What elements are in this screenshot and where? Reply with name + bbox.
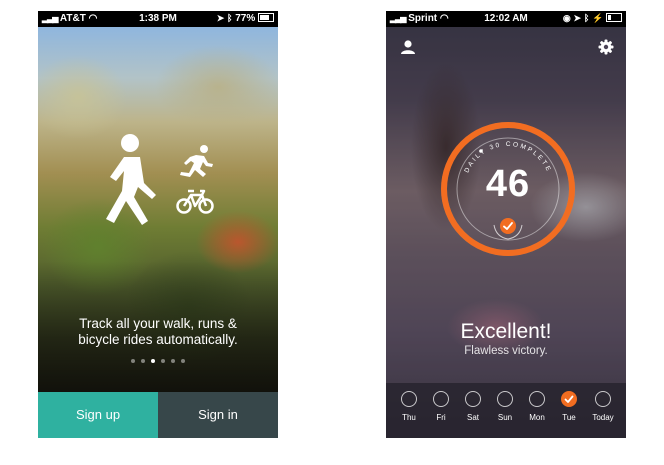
profile-icon[interactable] xyxy=(400,39,416,55)
day-item[interactable]: Tue xyxy=(554,391,584,422)
day-item[interactable]: Sat xyxy=(458,391,488,422)
onboarding-screen: ▂▃▅ AT&T ◠ 1:38 PM ➤ ᛒ 77% Track all you… xyxy=(38,11,278,438)
bluetooth-icon: ᛒ xyxy=(227,13,233,23)
day-circle xyxy=(529,391,545,407)
headline: Excellent! xyxy=(460,320,552,343)
status-right: ➤ ᛒ 77% xyxy=(217,13,274,24)
day-item[interactable]: Thu xyxy=(394,391,424,422)
day-complete-icon xyxy=(561,391,577,407)
day-label: Mon xyxy=(529,413,545,422)
lock-rotation-icon: ◉ xyxy=(562,13,571,23)
daily-summary-screen: ▂▃▅ Sprint ◠ 12:02 AM ◉ ➤ ᛒ ⚡ DAILY 30 C… xyxy=(386,11,626,438)
tagline: Track all your walk, runs & bicycle ride… xyxy=(78,316,238,347)
checkmark-badge-icon xyxy=(500,218,516,234)
battery-icon xyxy=(258,13,274,22)
day-circle xyxy=(433,391,449,407)
day-item[interactable]: Today xyxy=(588,391,618,422)
page-indicator[interactable] xyxy=(38,359,278,363)
day-circle xyxy=(465,391,481,407)
page-dot[interactable] xyxy=(141,359,145,363)
day-label: Tue xyxy=(562,413,576,422)
day-label: Fri xyxy=(436,413,446,422)
day-circle xyxy=(497,391,513,407)
page-dot[interactable] xyxy=(181,359,185,363)
day-label: Thu xyxy=(402,413,416,422)
day-item[interactable]: Sun xyxy=(490,391,520,422)
subline: Flawless victory. xyxy=(464,345,548,357)
page-dot[interactable] xyxy=(151,359,155,363)
day-label: Sun xyxy=(497,413,513,422)
daily-score: 46 xyxy=(485,163,531,205)
running-icon xyxy=(180,145,213,177)
page-dot[interactable] xyxy=(171,359,175,363)
sign-up-button[interactable]: Sign up xyxy=(38,392,158,438)
walking-icon xyxy=(106,134,156,225)
day-item[interactable]: Fri xyxy=(426,391,456,422)
bicycle-icon xyxy=(176,189,214,214)
page-dot[interactable] xyxy=(131,359,135,363)
gear-icon[interactable] xyxy=(598,39,614,55)
status-bar: ▂▃▅ Sprint ◠ 12:02 AM ◉ ➤ ᛒ ⚡ xyxy=(386,11,626,27)
daily-progress-ring: DAILY 30 COMPLETE 46 xyxy=(438,119,578,259)
week-strip: Thu Fri Sat Sun Mon Tue Today xyxy=(386,383,626,438)
day-label: Sat xyxy=(466,413,479,422)
location-icon: ➤ xyxy=(573,13,582,23)
sign-in-button[interactable]: Sign in xyxy=(158,392,278,438)
bluetooth-icon: ᛒ xyxy=(583,13,590,23)
day-circle xyxy=(401,391,417,407)
status-right: ◉ ➤ ᛒ ⚡ xyxy=(563,13,622,24)
status-bar: ▂▃▅ AT&T ◠ 1:38 PM ➤ ᛒ 77% xyxy=(38,11,278,27)
battery-charging-icon: ⚡ xyxy=(592,13,604,23)
page-dot[interactable] xyxy=(161,359,165,363)
battery-icon xyxy=(606,13,622,22)
day-item[interactable]: Mon xyxy=(522,391,552,422)
location-icon: ➤ xyxy=(216,13,225,23)
day-label: Today xyxy=(592,413,614,422)
day-circle xyxy=(595,391,611,407)
